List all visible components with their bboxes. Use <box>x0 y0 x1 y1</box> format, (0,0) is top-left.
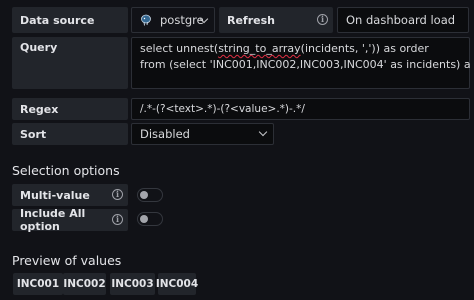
multi-value-toggle[interactable] <box>137 188 163 202</box>
toggle-knob <box>140 191 148 199</box>
include-all-toggle[interactable] <box>137 212 163 226</box>
regex-input[interactable]: /.*-(?<text>.*)-(?<value>.*)-.*/ <box>131 98 470 120</box>
multi-value-label-text: Multi-value <box>20 188 90 202</box>
regex-label: Regex <box>12 98 128 120</box>
datasource-label: Data source <box>12 7 128 33</box>
preview-chip: INC003 <box>110 273 155 295</box>
query-label-text: Query <box>20 41 58 54</box>
datasource-label-text: Data source <box>20 13 95 27</box>
regex-value: /.*-(?<text>.*)-(?<value>.*)-.*/ <box>140 103 305 115</box>
preview-title: Preview of values <box>12 253 122 268</box>
multi-value-label: Multi-value i <box>12 184 128 206</box>
preview-chip: INC002 <box>63 273 106 295</box>
info-icon[interactable]: i <box>112 189 123 200</box>
sort-select[interactable]: Disabled <box>131 123 274 145</box>
regex-label-text: Regex <box>20 102 59 116</box>
include-all-label: Include All option i <box>12 207 128 233</box>
preview-chip: INC001 <box>13 273 63 295</box>
query-text-error: string_to_array <box>218 42 301 55</box>
info-icon[interactable]: i <box>112 214 123 225</box>
query-line-1: select unnest(string_to_array(incidents,… <box>140 42 429 55</box>
toggle-knob <box>140 215 148 223</box>
query-editor[interactable]: select unnest(string_to_array(incidents,… <box>131 37 471 89</box>
sort-value: Disabled <box>140 127 190 141</box>
postgres-icon <box>140 14 152 26</box>
datasource-value: postgre <box>160 13 204 27</box>
selection-options-title: Selection options <box>12 163 120 178</box>
refresh-label: Refresh i <box>219 7 333 33</box>
refresh-label-text: Refresh <box>227 13 275 27</box>
refresh-value: On dashboard load <box>346 13 456 27</box>
datasource-select[interactable]: postgre <box>131 7 215 33</box>
sort-label: Sort <box>12 123 128 145</box>
chevron-down-icon <box>258 127 268 137</box>
info-icon[interactable]: i <box>317 14 328 25</box>
query-text-a: select unnest( <box>140 42 219 55</box>
preview-chip: INC004 <box>156 273 198 295</box>
query-text-b: (incidents, ',')) as order <box>300 42 429 55</box>
refresh-select[interactable]: On dashboard load <box>337 7 469 33</box>
query-line-2: from (select 'INC001,INC002,INC003,INC00… <box>140 58 471 71</box>
query-label: Query <box>12 37 128 89</box>
sort-label-text: Sort <box>20 127 47 141</box>
